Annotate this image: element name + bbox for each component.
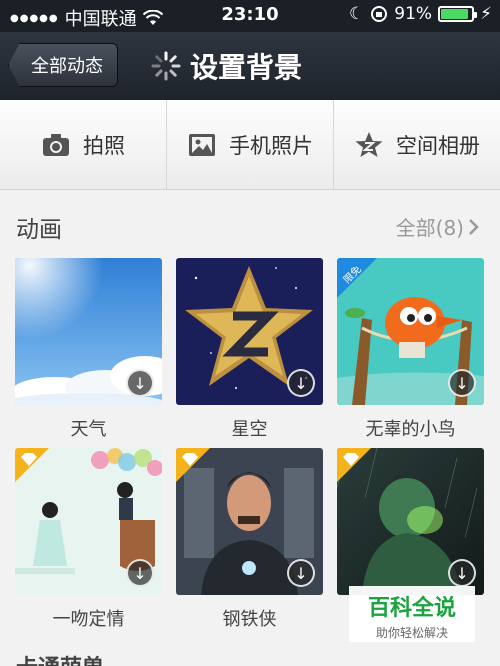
theme-item-innocent-bird[interactable]: 限免 ↓ 无辜的小鸟 <box>337 258 484 441</box>
background-source-tabs: 拍照 手机照片 空间相册 <box>0 100 500 190</box>
battery-percent: 91% <box>394 4 433 24</box>
qzone-album-button[interactable]: 空间相册 <box>334 100 500 189</box>
theme-caption: 一吻定情 <box>52 609 125 630</box>
status-right: ☾ 91% ⚡ <box>349 4 492 24</box>
page-title-group: 设置背景 <box>150 46 302 86</box>
download-icon[interactable]: ↓ <box>448 559 476 587</box>
phone-photos-button[interactable]: 手机照片 <box>167 100 334 189</box>
watermark-title: 百科全说 <box>367 596 456 621</box>
theme-item-weather[interactable]: ↓ 天气 <box>15 258 162 441</box>
vip-diamond-badge <box>337 448 371 482</box>
theme-caption: 天气 <box>70 419 107 440</box>
download-icon[interactable]: ↓ <box>287 559 315 587</box>
charging-icon: ⚡ <box>480 4 492 24</box>
status-bar: ●●●●● 中国联通 23:10 ☾ 91% ⚡ <box>0 0 500 32</box>
download-icon[interactable]: ↓ <box>126 559 154 587</box>
chevron-right-icon <box>469 218 479 235</box>
phone-photos-label: 手机照片 <box>229 133 313 158</box>
vip-diamond-badge <box>15 448 49 482</box>
qzone-album-label: 空间相册 <box>396 133 480 158</box>
vip-diamond-badge <box>176 448 210 482</box>
theme-caption: 无辜的小鸟 <box>365 419 456 440</box>
camera-icon <box>43 133 69 156</box>
theme-thumbnail[interactable]: ↓ <box>176 258 323 405</box>
theme-thumbnail[interactable]: ↓ <box>15 258 162 405</box>
page-title: 设置背景 <box>190 51 303 84</box>
back-button[interactable]: 全部动态 <box>8 43 118 87</box>
rotation-lock-icon <box>371 6 388 22</box>
theme-caption: 星空 <box>231 419 268 440</box>
loading-spinner-icon <box>151 51 181 81</box>
photo-icon <box>189 133 215 156</box>
nav-bar: 全部动态 设置背景 <box>0 32 500 100</box>
view-all-label: 全部(8) <box>395 216 464 240</box>
theme-caption: 钢铁侠 <box>222 609 277 630</box>
download-icon[interactable]: ↓ <box>287 369 315 397</box>
section-title: 动画 <box>16 217 62 243</box>
animation-section-header: 动画 全部(8) <box>0 190 500 256</box>
qzone-star-icon <box>355 131 383 157</box>
watermark-logo: 百科全说 助你轻松解决 <box>349 586 475 642</box>
theme-item-iron-man[interactable]: ↓ 钢铁侠 <box>176 448 323 631</box>
battery-icon <box>438 6 478 22</box>
theme-item-starry-sky[interactable]: ↓ 星空 <box>176 258 323 441</box>
watermark-subtitle: 助你轻松解决 <box>375 626 448 640</box>
theme-thumbnail[interactable]: ↓ <box>337 448 484 595</box>
theme-item-first-kiss[interactable]: ↓ 一吻定情 <box>15 448 162 631</box>
download-icon[interactable]: ↓ <box>448 369 476 397</box>
download-icon[interactable]: ↓ <box>126 369 154 397</box>
theme-item-green-hero[interactable]: ↓ <box>337 448 484 605</box>
theme-thumbnail[interactable]: ↓ <box>176 448 323 595</box>
next-section-title: 卡通萌兽 <box>16 650 104 666</box>
theme-thumbnail[interactable]: 限免 ↓ <box>337 258 484 405</box>
view-all-link[interactable]: 全部(8) <box>396 212 480 241</box>
take-photo-button[interactable]: 拍照 <box>0 100 167 189</box>
theme-thumbnail[interactable]: ↓ <box>15 448 162 595</box>
free-limited-badge: 限免 <box>337 258 377 298</box>
moon-icon: ☾ <box>349 4 365 24</box>
take-photo-label: 拍照 <box>83 133 125 158</box>
